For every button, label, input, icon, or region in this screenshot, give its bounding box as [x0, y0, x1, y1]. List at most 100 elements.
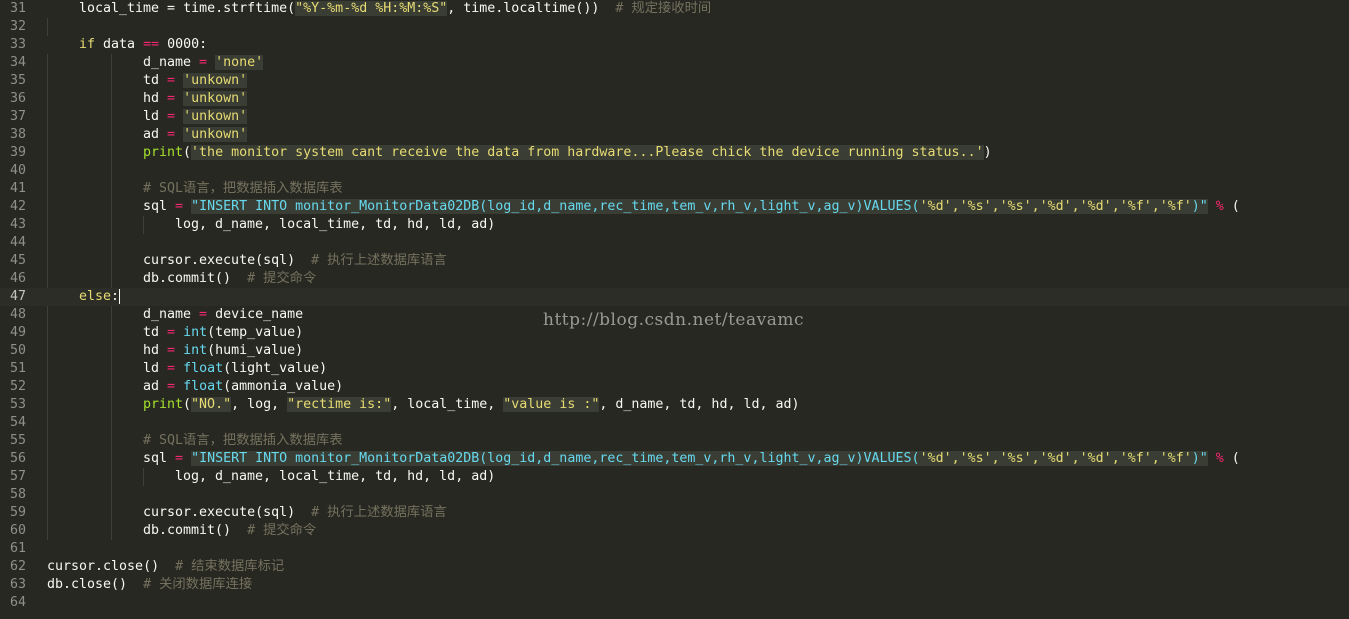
line-number: 37 — [10, 109, 27, 124]
code-line[interactable]: 34 d_name = 'none' — [0, 54, 1349, 72]
indent-guide — [111, 90, 112, 108]
code-line[interactable]: 57 log, d_name, local_time, td, hd, ld, a… — [0, 468, 1349, 486]
code-line[interactable]: 46 db.commit() # 提交命令 — [0, 270, 1349, 288]
code-token: hd — [143, 91, 168, 106]
code-line[interactable]: 41 # SQL语言，把数据插入数据库表 — [0, 180, 1349, 198]
code-line[interactable]: 58 — [0, 486, 1349, 504]
code-token: log, d_name, local_time, td, hd, ld, ad) — [175, 217, 496, 232]
code-token: )" — [1191, 451, 1208, 466]
code-line[interactable]: 43 log, d_name, local_time, td, hd, ld, a… — [0, 216, 1349, 234]
line-number: 55 — [10, 433, 27, 448]
indent-guide — [111, 324, 112, 342]
code-token: "INSERT INTO monitor_MonitorData02DB(log… — [191, 451, 920, 466]
line-number: 64 — [10, 595, 27, 610]
line-number: 57 — [10, 469, 27, 484]
code-line[interactable]: 38 ad = 'unkown' — [0, 126, 1349, 144]
indent-guide — [47, 342, 48, 360]
indent-guide — [47, 378, 48, 396]
code-line[interactable]: 33 if data == 0000: — [0, 36, 1349, 54]
code-text: td = 'unkown' — [47, 72, 1349, 90]
line-number: 40 — [10, 163, 27, 178]
code-line[interactable]: 40 — [0, 162, 1349, 180]
line-number: 54 — [10, 415, 27, 430]
code-line[interactable]: 37 ld = 'unkown' — [0, 108, 1349, 126]
indent-guide — [111, 72, 112, 90]
line-number: 62 — [10, 559, 27, 574]
code-line[interactable]: 61 — [0, 540, 1349, 558]
line-number: 39 — [10, 145, 27, 160]
line-number: 51 — [10, 361, 27, 376]
line-number: 38 — [10, 127, 27, 142]
code-token: 'the monitor system cant receive the dat… — [191, 145, 984, 160]
code-token: db.commit() — [143, 271, 248, 286]
code-line[interactable]: 53 print("NO.", log, "rectime is:", local… — [0, 396, 1349, 414]
code-text: log, d_name, local_time, td, hd, ld, ad) — [47, 468, 1349, 486]
code-token: (humi_value) — [207, 343, 304, 358]
code-line[interactable]: 56 sql = "INSERT INTO monitor_MonitorData… — [0, 450, 1349, 468]
indent-guide — [47, 198, 48, 216]
code-token: (light_value) — [223, 361, 328, 376]
indent-guide — [111, 234, 112, 252]
code-line[interactable]: 42 sql = "INSERT INTO monitor_MonitorData… — [0, 198, 1349, 216]
code-line[interactable]: 52 ad = float(ammonia_value) — [0, 378, 1349, 396]
line-number: 47 — [10, 289, 27, 304]
code-text: else: — [47, 288, 1349, 306]
code-line[interactable]: 32 — [0, 18, 1349, 36]
code-line[interactable]: 45 cursor.execute(sql) # 执行上述数据库语言 — [0, 252, 1349, 270]
line-number: 43 — [10, 217, 27, 232]
code-token: sql — [143, 451, 176, 466]
code-line[interactable]: 47 else: — [0, 288, 1349, 306]
indent-guide — [47, 522, 48, 540]
indent-guide — [111, 144, 112, 162]
indent-guide — [143, 468, 144, 486]
line-number: 32 — [10, 19, 27, 34]
indent-guide — [111, 252, 112, 270]
line-number: 44 — [10, 235, 27, 250]
indent-guide — [47, 504, 48, 522]
code-line[interactable]: 31 local_time = time.strftime("%Y-%m-%d %… — [0, 0, 1349, 18]
code-token: 'unkown' — [183, 127, 248, 142]
code-text: print('the monitor system cant receive t… — [47, 144, 1349, 162]
code-token: ( — [183, 145, 192, 160]
indent-guide — [47, 306, 48, 324]
code-token: # SQL语言，把数据插入数据库表 — [143, 181, 343, 196]
code-token: "%Y-%m-%d %H:%M:%S" — [295, 1, 448, 16]
indent-guide — [111, 360, 112, 378]
line-number: 56 — [10, 451, 27, 466]
code-line[interactable]: 44 — [0, 234, 1349, 252]
code-token: ( — [183, 397, 192, 412]
code-token: ld — [143, 361, 168, 376]
code-token: cursor.execute(sql) — [143, 505, 312, 520]
indent-guide — [47, 144, 48, 162]
code-line[interactable]: 63 db.close() # 关闭数据库连接 — [0, 576, 1349, 594]
code-line[interactable]: 55 # SQL语言，把数据插入数据库表 — [0, 432, 1349, 450]
code-text: db.commit() # 提交命令 — [47, 270, 1349, 288]
indent-guide — [47, 396, 48, 414]
code-token: # 执行上述数据库语言 — [311, 505, 447, 520]
indent-guide — [111, 180, 112, 198]
code-line[interactable]: 35 td = 'unkown' — [0, 72, 1349, 90]
code-line[interactable]: 62 cursor.close() # 结束数据库标记 — [0, 558, 1349, 576]
indent-guide — [47, 54, 48, 72]
code-token: : — [111, 289, 120, 304]
code-line[interactable]: 50 hd = int(humi_value) — [0, 342, 1349, 360]
code-line[interactable]: 64 — [0, 594, 1349, 612]
code-line[interactable]: 54 — [0, 414, 1349, 432]
code-line[interactable]: 60 db.commit() # 提交命令 — [0, 522, 1349, 540]
code-line[interactable]: 59 cursor.execute(sql) # 执行上述数据库语言 — [0, 504, 1349, 522]
code-token: float — [183, 379, 224, 394]
code-line[interactable]: 36 hd = 'unkown' — [0, 90, 1349, 108]
indent-guide — [47, 18, 48, 36]
code-token: ) — [983, 145, 992, 160]
code-line[interactable]: 51 ld = float(light_value) — [0, 360, 1349, 378]
line-number: 31 — [10, 1, 27, 16]
code-token: db.commit() — [143, 523, 248, 538]
code-line[interactable]: 39 print('the monitor system cant receive… — [0, 144, 1349, 162]
code-text: hd = 'unkown' — [47, 90, 1349, 108]
line-number: 61 — [10, 541, 27, 556]
code-token: print — [143, 397, 184, 412]
indent-guide — [111, 450, 112, 468]
code-text: # SQL语言，把数据插入数据库表 — [47, 180, 1349, 198]
